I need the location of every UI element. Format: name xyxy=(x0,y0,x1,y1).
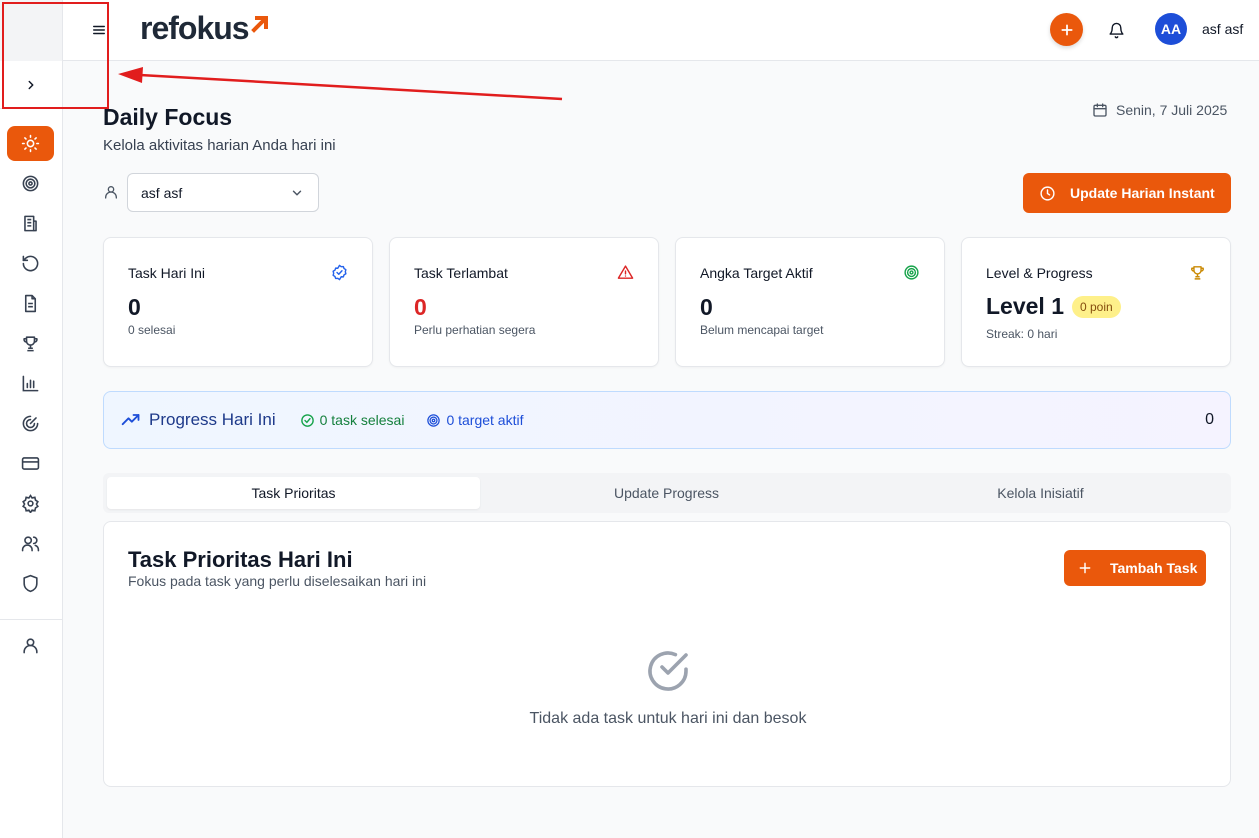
clock-icon xyxy=(1040,185,1055,201)
plus-icon xyxy=(1079,562,1091,574)
sidebar-item-security[interactable] xyxy=(7,566,54,601)
users-icon xyxy=(21,536,40,552)
target-icon xyxy=(427,413,441,427)
check-circle-icon xyxy=(648,651,688,691)
check-circle-icon xyxy=(300,413,314,427)
calendar-icon xyxy=(1093,103,1107,117)
gear-icon xyxy=(22,494,39,513)
user-name[interactable]: asf asf xyxy=(1202,21,1243,37)
progress-today-banner: Progress Hari Ini 0 task selesai 0 targe… xyxy=(103,391,1231,449)
progress-title: Progress Hari Ini xyxy=(149,410,276,429)
card-value: 0 xyxy=(128,294,141,320)
sidebar-item-history[interactable] xyxy=(7,246,54,281)
logo[interactable]: refokus xyxy=(140,10,270,47)
sidebar-divider xyxy=(0,619,62,620)
card-title: Task Hari Ini xyxy=(128,265,206,281)
user-select[interactable]: asf asf xyxy=(127,173,319,212)
progress-summary: Progress Hari Ini 0 task selesai 0 targe… xyxy=(121,410,523,430)
avatar[interactable]: AA xyxy=(1155,13,1187,45)
user-icon xyxy=(23,638,38,654)
empty-state-text: Tidak ada task untuk hari ini dan besok xyxy=(529,710,807,727)
tab-task-prioritas[interactable]: Task Prioritas xyxy=(107,477,480,509)
card-title: Angka Target Aktif xyxy=(700,265,813,281)
tabs: Task Prioritas Update Progress Kelola In… xyxy=(103,473,1231,513)
card-task-today: Task Hari Ini 0 0 selesai xyxy=(103,237,373,367)
bell-icon xyxy=(1108,22,1124,38)
check-circle-icon xyxy=(332,264,347,281)
notifications-button[interactable] xyxy=(1105,19,1127,41)
sidebar-item-team[interactable] xyxy=(7,526,54,561)
trophy-icon xyxy=(1191,266,1204,280)
gauge-icon xyxy=(22,415,39,432)
warning-icon xyxy=(617,265,634,279)
document-icon xyxy=(24,294,37,313)
top-header: refokus AA asf asf xyxy=(63,0,1259,61)
sidebar-item-billing[interactable] xyxy=(7,446,54,481)
chevron-down-icon xyxy=(292,190,302,195)
task-panel-subtitle: Fokus pada task yang perlu diselesaikan … xyxy=(128,573,427,589)
trophy-icon xyxy=(23,336,38,352)
add-task-label: Tambah Task xyxy=(1110,560,1198,576)
targets-active-text: 0 target aktif xyxy=(446,412,524,428)
streak-text: Streak: 0 hari xyxy=(986,327,1058,341)
points-badge: 0 poin xyxy=(1072,295,1121,318)
building-icon xyxy=(24,215,37,232)
shield-icon xyxy=(23,574,38,593)
target-icon xyxy=(904,265,919,280)
sidebar-item-reports[interactable] xyxy=(7,286,54,321)
date-text: Senin, 7 Juli 2025 xyxy=(1116,102,1228,118)
credit-card-icon xyxy=(21,457,40,470)
annotation-highlight-box xyxy=(2,2,109,109)
arrow-up-right-icon xyxy=(250,16,268,33)
card-target-active: Angka Target Aktif 0 Belum mencapai targ… xyxy=(675,237,945,367)
sidebar-item-profile[interactable] xyxy=(7,628,54,663)
plus-icon xyxy=(1060,23,1073,36)
trending-up-icon xyxy=(121,414,140,426)
sidebar-item-achievements[interactable] xyxy=(7,326,54,361)
tab-kelola-inisiatif[interactable]: Kelola Inisiatif xyxy=(854,477,1227,509)
sidebar-item-analytics[interactable] xyxy=(7,366,54,401)
sidebar-item-performance[interactable] xyxy=(7,406,54,441)
user-select-value: asf asf xyxy=(141,184,183,201)
history-icon xyxy=(22,255,39,272)
update-harian-button[interactable]: Update Harian Instant xyxy=(1023,173,1231,213)
targets-active-stat: 0 target aktif xyxy=(426,412,523,428)
add-task-button[interactable]: Tambah Task xyxy=(1064,550,1206,586)
card-note: Belum mencapai target xyxy=(700,323,824,337)
tasks-done-text: 0 task selesai xyxy=(319,412,405,428)
sidebar xyxy=(0,0,63,838)
tasks-done-stat: 0 task selesai xyxy=(300,412,405,428)
task-panel: Task Prioritas Hari Ini Fokus pada task … xyxy=(103,521,1231,787)
quick-add-button[interactable] xyxy=(1050,13,1083,46)
level-value: Level 1 xyxy=(986,293,1064,319)
progress-count: 0 xyxy=(1205,411,1214,428)
task-panel-title: Task Prioritas Hari Ini xyxy=(128,547,353,572)
sidebar-item-settings[interactable] xyxy=(7,486,54,521)
card-value: 0 xyxy=(414,294,427,320)
sidebar-item-company[interactable] xyxy=(7,206,54,241)
current-date: Senin, 7 Juli 2025 xyxy=(1092,102,1227,118)
card-title: Level & Progress xyxy=(986,265,1093,281)
tab-update-progress[interactable]: Update Progress xyxy=(480,477,853,509)
target-icon xyxy=(22,175,39,192)
bar-chart-icon xyxy=(22,375,39,392)
logo-text: refokus xyxy=(140,10,250,46)
user-icon xyxy=(105,186,117,199)
update-harian-label: Update Harian Instant xyxy=(1070,185,1215,201)
card-task-late: Task Terlambat 0 Perlu perhatian segera xyxy=(389,237,659,367)
card-note: Perlu perhatian segera xyxy=(414,323,536,337)
card-title: Task Terlambat xyxy=(414,265,508,281)
page-title: Daily Focus xyxy=(103,104,233,130)
sidebar-item-goals[interactable] xyxy=(7,166,54,201)
sidebar-item-daily-focus[interactable] xyxy=(7,126,54,161)
card-level-progress: Level & Progress Level 1 0 poin Streak: … xyxy=(961,237,1231,367)
card-value: 0 xyxy=(700,294,713,320)
card-note: 0 selesai xyxy=(128,323,176,337)
sun-icon xyxy=(21,134,40,153)
level-row: Level 1 0 poin xyxy=(986,293,1121,320)
page-subtitle: Kelola aktivitas harian Anda hari ini xyxy=(103,137,336,154)
